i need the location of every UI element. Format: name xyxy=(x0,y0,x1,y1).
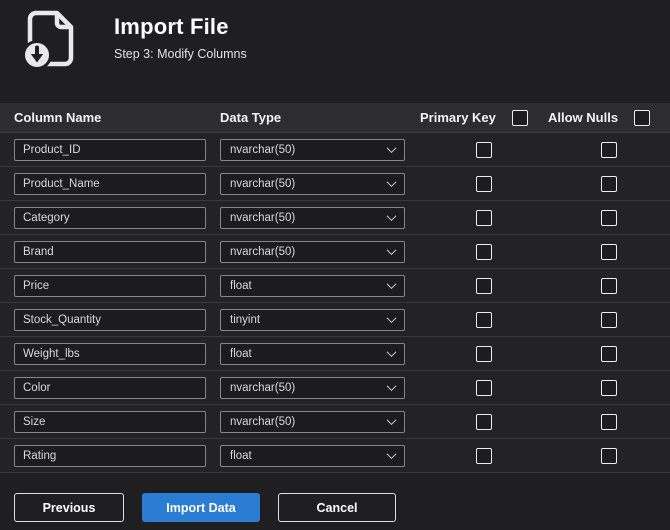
allow-nulls-checkbox[interactable] xyxy=(601,175,617,192)
allow-nulls-header: Allow Nulls xyxy=(548,110,619,125)
import-file-dialog: Import File Step 3: Modify Columns Colum… xyxy=(0,0,670,530)
primary-key-checkbox[interactable] xyxy=(476,141,492,158)
data-type-select[interactable]: nvarchar(50) xyxy=(220,410,405,433)
allow-nulls-checkbox[interactable] xyxy=(601,311,617,328)
primary-key-checkbox[interactable] xyxy=(476,311,492,328)
table-row: nvarchar(50) xyxy=(0,167,670,201)
column-name-input[interactable] xyxy=(14,138,206,161)
data-type-value: float xyxy=(230,279,252,292)
column-name-input[interactable] xyxy=(14,342,206,365)
allow-nulls-checkbox[interactable] xyxy=(601,209,617,226)
primary-key-checkbox[interactable] xyxy=(476,447,492,464)
allow-nulls-select-all-checkbox[interactable] xyxy=(634,109,650,126)
allow-nulls-checkbox[interactable] xyxy=(601,345,617,362)
chevron-down-icon xyxy=(386,279,397,290)
data-type-select[interactable]: nvarchar(50) xyxy=(220,172,405,195)
data-type-select[interactable]: nvarchar(50) xyxy=(220,206,405,229)
chevron-down-icon xyxy=(386,143,397,154)
table-row: nvarchar(50) xyxy=(0,405,670,439)
data-type-value: nvarchar(50) xyxy=(230,245,296,258)
chevron-down-icon xyxy=(386,449,397,460)
chevron-down-icon xyxy=(386,313,397,324)
header-text: Import File Step 3: Modify Columns xyxy=(114,10,247,61)
table-header-row: Column Name Data Type Primary Key Allow … xyxy=(0,103,670,133)
primary-key-checkbox[interactable] xyxy=(476,175,492,192)
column-name-input[interactable] xyxy=(14,206,206,229)
cancel-button[interactable]: Cancel xyxy=(278,493,396,522)
column-name-input[interactable] xyxy=(14,376,206,399)
data-type-select[interactable]: nvarchar(50) xyxy=(220,240,405,263)
table-row: float xyxy=(0,269,670,303)
columns-table: Column Name Data Type Primary Key Allow … xyxy=(0,103,670,473)
primary-key-checkbox[interactable] xyxy=(476,379,492,396)
table-row: float xyxy=(0,439,670,473)
table-row: nvarchar(50) xyxy=(0,371,670,405)
data-type-value: nvarchar(50) xyxy=(230,177,296,190)
column-name-input[interactable] xyxy=(14,410,206,433)
data-type-select[interactable]: nvarchar(50) xyxy=(220,138,405,161)
table-row: nvarchar(50) xyxy=(0,133,670,167)
data-type-select[interactable]: tinyint xyxy=(220,308,405,331)
table-body: nvarchar(50) nvarchar(50) xyxy=(0,133,670,473)
chevron-down-icon xyxy=(386,211,397,222)
allow-nulls-checkbox[interactable] xyxy=(601,277,617,294)
table-row: nvarchar(50) xyxy=(0,201,670,235)
import-file-icon xyxy=(20,10,86,70)
dialog-footer: Previous Import Data Cancel xyxy=(0,473,670,522)
column-name-input[interactable] xyxy=(14,274,206,297)
dialog-header: Import File Step 3: Modify Columns xyxy=(0,0,670,70)
column-name-input[interactable] xyxy=(14,172,206,195)
data-type-value: nvarchar(50) xyxy=(230,143,296,156)
previous-button[interactable]: Previous xyxy=(14,493,124,522)
table-row: tinyint xyxy=(0,303,670,337)
allow-nulls-checkbox[interactable] xyxy=(601,141,617,158)
data-type-value: float xyxy=(230,347,252,360)
primary-key-checkbox[interactable] xyxy=(476,277,492,294)
column-name-input[interactable] xyxy=(14,240,206,263)
data-type-value: nvarchar(50) xyxy=(230,381,296,394)
primary-key-checkbox[interactable] xyxy=(476,243,492,260)
primary-key-checkbox[interactable] xyxy=(476,209,492,226)
primary-key-select-all-checkbox[interactable] xyxy=(512,109,528,126)
data-type-value: nvarchar(50) xyxy=(230,415,296,428)
allow-nulls-checkbox[interactable] xyxy=(601,447,617,464)
allow-nulls-checkbox[interactable] xyxy=(601,379,617,396)
page-subtitle: Step 3: Modify Columns xyxy=(114,47,247,61)
data-type-value: nvarchar(50) xyxy=(230,211,296,224)
import-data-button[interactable]: Import Data xyxy=(142,493,260,522)
allow-nulls-checkbox[interactable] xyxy=(601,243,617,260)
column-name-input[interactable] xyxy=(14,308,206,331)
table-row: float xyxy=(0,337,670,371)
column-name-header: Column Name xyxy=(14,110,102,125)
chevron-down-icon xyxy=(386,415,397,426)
data-type-select[interactable]: nvarchar(50) xyxy=(220,376,405,399)
data-type-value: float xyxy=(230,449,252,462)
chevron-down-icon xyxy=(386,177,397,188)
data-type-value: tinyint xyxy=(230,313,261,326)
page-title: Import File xyxy=(114,14,229,39)
primary-key-header: Primary Key xyxy=(420,110,496,125)
data-type-select[interactable]: float xyxy=(220,342,405,365)
primary-key-checkbox[interactable] xyxy=(476,345,492,362)
primary-key-checkbox[interactable] xyxy=(476,413,492,430)
column-name-input[interactable] xyxy=(14,444,206,467)
table-row: nvarchar(50) xyxy=(0,235,670,269)
data-type-select[interactable]: float xyxy=(220,444,405,467)
chevron-down-icon xyxy=(386,347,397,358)
chevron-down-icon xyxy=(386,381,397,392)
chevron-down-icon xyxy=(386,245,397,256)
data-type-select[interactable]: float xyxy=(220,274,405,297)
data-type-header: Data Type xyxy=(220,110,282,125)
allow-nulls-checkbox[interactable] xyxy=(601,413,617,430)
